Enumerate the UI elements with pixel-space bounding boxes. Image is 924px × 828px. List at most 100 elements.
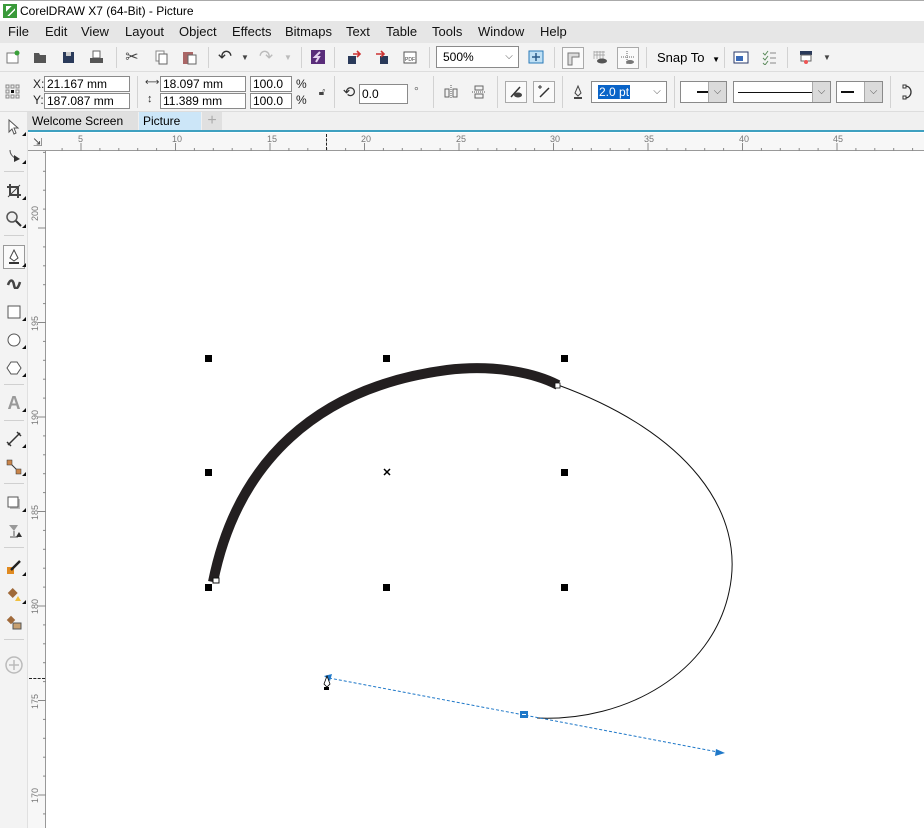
- end-arrowhead-dropdown[interactable]: ⌵: [836, 81, 883, 103]
- freehand-tool[interactable]: [3, 245, 26, 269]
- chevron-down-icon: ⌵: [812, 82, 830, 102]
- reference-point-icon[interactable]: [4, 82, 22, 100]
- scale-y-field[interactable]: 100.0: [250, 93, 292, 109]
- add-tool-icon[interactable]: [4, 655, 24, 675]
- application-launcher-dropdown-icon[interactable]: ▼: [818, 48, 836, 66]
- mirror-vertical-icon[interactable]: [470, 83, 488, 101]
- auto-close-curve-icon[interactable]: [533, 81, 555, 103]
- save-icon[interactable]: [59, 48, 77, 66]
- options-icon[interactable]: [760, 48, 778, 66]
- separator: [4, 483, 24, 484]
- interactive-fill-tool[interactable]: [4, 585, 26, 605]
- corel-connect-icon[interactable]: [309, 48, 327, 66]
- object-height-field[interactable]: 11.389 mm: [160, 93, 246, 109]
- welcome-screen-icon[interactable]: [732, 48, 750, 66]
- menu-file[interactable]: File: [8, 24, 29, 39]
- export-icon[interactable]: [373, 48, 391, 66]
- artistic-media-tool[interactable]: [4, 273, 24, 293]
- paste-icon[interactable]: [180, 48, 198, 66]
- selection-handle-top-right: [561, 355, 568, 362]
- close-curve-icon[interactable]: [899, 83, 917, 101]
- tab-picture[interactable]: Picture: [139, 112, 201, 130]
- zoom-level-dropdown[interactable]: 500% ⌵: [436, 46, 519, 68]
- drawing-canvas[interactable]: [47, 152, 924, 828]
- menu-bar: File Edit View Layout Object Effects Bit…: [0, 21, 924, 43]
- transparency-tool[interactable]: [4, 521, 24, 541]
- horizontal-ruler[interactable]: ⇲ 5 10 15 20 25 30 35 40 45: [28, 133, 924, 151]
- menu-view[interactable]: View: [81, 24, 109, 39]
- polygon-tool[interactable]: [4, 358, 26, 378]
- shape-tool[interactable]: [4, 145, 26, 165]
- rotation-icon: ⟲: [342, 84, 356, 101]
- y-position-field[interactable]: 187.087 mm: [44, 93, 130, 109]
- add-tab-icon[interactable]: +: [202, 112, 222, 130]
- ruler-label: 45: [833, 134, 844, 144]
- rotation-angle-field[interactable]: 0.0: [359, 84, 408, 104]
- zoom-tool[interactable]: [4, 209, 26, 229]
- menu-window[interactable]: Window: [478, 24, 524, 39]
- mirror-horizontal-icon[interactable]: [442, 83, 460, 101]
- ellipse-tool[interactable]: [4, 330, 26, 350]
- tab-welcome-screen[interactable]: Welcome Screen: [28, 112, 138, 130]
- application-launcher-icon[interactable]: [797, 48, 815, 66]
- x-position-label: X:: [33, 77, 45, 91]
- menu-text[interactable]: Text: [346, 24, 370, 39]
- separator: [334, 47, 335, 68]
- selection-handle-middle-left: [205, 469, 212, 476]
- ruler-label: 15: [267, 134, 278, 144]
- coreldraw-logo-icon: [3, 4, 17, 18]
- separator: [334, 76, 335, 108]
- line-style-dropdown[interactable]: ⌵: [733, 81, 831, 103]
- show-hide-bounding-box-icon[interactable]: [505, 81, 527, 103]
- menu-tools[interactable]: Tools: [432, 24, 462, 39]
- new-document-icon[interactable]: [4, 48, 22, 66]
- menu-table[interactable]: Table: [386, 24, 417, 39]
- menu-help[interactable]: Help: [540, 24, 567, 39]
- menu-bitmaps[interactable]: Bitmaps: [285, 24, 332, 39]
- show-grid-icon[interactable]: [591, 48, 609, 66]
- rectangle-tool[interactable]: [4, 302, 26, 322]
- scale-x-field[interactable]: 100.0: [250, 76, 292, 92]
- smart-fill-tool[interactable]: [4, 613, 24, 633]
- vertical-ruler-cursor-marker: [29, 678, 45, 679]
- drop-shadow-tool[interactable]: [4, 493, 26, 513]
- start-arrowhead-dropdown[interactable]: ⌵: [680, 81, 727, 103]
- ruler-origin-icon[interactable]: ⇲: [33, 136, 42, 149]
- menu-layout[interactable]: Layout: [125, 24, 164, 39]
- selection-handle-middle-right: [561, 469, 568, 476]
- separator: [724, 47, 725, 68]
- selection-handle-top-left: [205, 355, 212, 362]
- crop-tool[interactable]: [4, 181, 26, 201]
- show-guidelines-icon[interactable]: [617, 47, 639, 69]
- show-rulers-icon[interactable]: [562, 47, 584, 69]
- cut-icon[interactable]: ✂: [123, 48, 141, 66]
- text-tool[interactable]: A: [4, 393, 26, 413]
- height-icon: ↕: [147, 93, 153, 105]
- curve-end-node: [554, 382, 561, 389]
- parallel-dimension-tool[interactable]: [4, 429, 26, 449]
- zoom-to-page-icon[interactable]: [527, 48, 545, 66]
- color-eyedropper-tool[interactable]: [4, 557, 26, 577]
- publish-pdf-icon[interactable]: PDF: [401, 48, 419, 66]
- import-icon[interactable]: [345, 48, 363, 66]
- pick-tool[interactable]: [4, 117, 26, 137]
- outline-width-dropdown[interactable]: 2.0 pt ⌵: [591, 81, 667, 103]
- copy-icon[interactable]: [152, 48, 170, 66]
- vertical-ruler[interactable]: 200 195 190 185 180 175 170: [28, 151, 46, 828]
- print-icon[interactable]: [87, 48, 105, 66]
- menu-object[interactable]: Object: [179, 24, 217, 39]
- ruler-label: 25: [456, 134, 467, 144]
- lock-ratio-icon[interactable]: 🔓︎: [313, 83, 331, 101]
- redo-icon[interactable]: ↷: [257, 47, 275, 66]
- redo-dropdown-icon[interactable]: ▼: [279, 48, 297, 66]
- preview-curve-thin: [536, 384, 733, 719]
- undo-icon[interactable]: ↶: [216, 47, 234, 66]
- connector-tool[interactable]: [4, 457, 26, 477]
- object-width-field[interactable]: 18.097 mm: [160, 76, 246, 92]
- snap-to-button[interactable]: Snap To ▼: [657, 50, 720, 65]
- menu-edit[interactable]: Edit: [45, 24, 67, 39]
- open-icon[interactable]: [31, 48, 49, 66]
- menu-effects[interactable]: Effects: [232, 24, 272, 39]
- x-position-field[interactable]: 21.167 mm: [44, 76, 130, 92]
- undo-dropdown-icon[interactable]: ▼: [236, 48, 254, 66]
